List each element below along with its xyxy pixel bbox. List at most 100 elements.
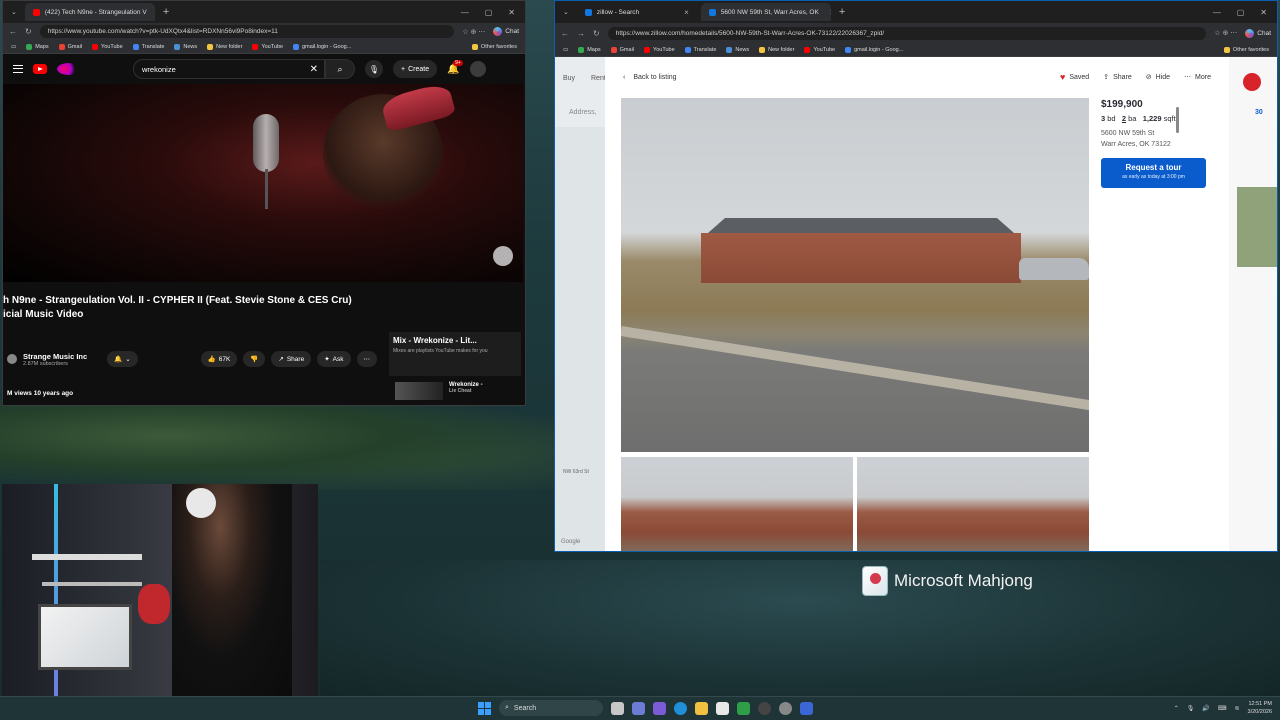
bookmark-translate[interactable]: Translate [684, 46, 716, 53]
copilot-chat-button[interactable]: Chat [493, 27, 519, 36]
zillow-browser-window[interactable]: ⌄ zillow - Search × 5600 NW 59th St, War… [554, 0, 1278, 552]
bookmark-maps[interactable]: Maps [26, 43, 49, 50]
nav-buy[interactable]: Buy [563, 75, 575, 82]
create-button[interactable]: + Create [393, 60, 438, 78]
video-player[interactable] [3, 84, 523, 282]
xbox-icon[interactable] [737, 701, 750, 715]
file-explorer-icon[interactable] [695, 701, 708, 715]
bookmark-gmail[interactable]: Gmail [58, 43, 82, 50]
volume-icon[interactable]: 🔊 [1202, 705, 1209, 712]
close-window-icon[interactable]: ✕ [508, 8, 515, 17]
saved-button[interactable]: ♥ Saved [1060, 72, 1089, 82]
taskbar-search[interactable]: ⌕ Search [499, 700, 603, 716]
nav-rent[interactable]: Rent [591, 75, 606, 82]
tab-zillow-search[interactable]: zillow - Search × [577, 3, 697, 21]
minimize-icon[interactable]: — [1213, 8, 1221, 17]
bookmark-news[interactable]: News [174, 43, 197, 50]
copilot-chat-button[interactable]: Chat [1245, 28, 1271, 38]
edge-icon[interactable] [674, 701, 687, 715]
extensions-icon[interactable]: ☆ ⊕ ⋯ [1214, 29, 1237, 37]
url-field[interactable]: https://www.youtube.com/watch?v=ptk-UdXQ… [39, 25, 455, 38]
back-icon[interactable]: ← [9, 27, 17, 36]
refresh-icon[interactable]: ↻ [25, 27, 32, 36]
bookmark-new-folder[interactable]: New folder [759, 46, 794, 53]
bookmark-folder-icon[interactable]: ▭ [563, 47, 568, 53]
youtube-logo-icon[interactable] [33, 64, 47, 74]
search-input[interactable]: wrekonize ✕ [133, 59, 325, 79]
extensions-icon[interactable]: ☆ ⊕ ⋯ [462, 28, 485, 36]
bookmark-folder-icon[interactable]: ▭ [11, 44, 16, 50]
settings-icon[interactable] [779, 701, 792, 715]
start-button[interactable] [478, 701, 491, 715]
store-icon[interactable] [716, 701, 729, 715]
new-tab-icon[interactable]: + [159, 6, 173, 18]
mix-playlist-card[interactable]: Mix - Wrekonize - Lit... Mixes are playl… [389, 332, 521, 376]
bookmark-new-folder[interactable]: New folder [207, 43, 242, 50]
hide-button[interactable]: ⊘ Hide [1146, 72, 1170, 82]
listing-photo-thumbnail[interactable] [857, 457, 1089, 551]
new-tab-icon[interactable]: + [835, 6, 849, 18]
discord-icon[interactable] [800, 701, 813, 715]
bookmark-youtube-2[interactable]: YouTube [804, 46, 835, 53]
refresh-icon[interactable]: ↻ [593, 29, 600, 38]
close-tab-icon[interactable]: × [684, 8, 689, 17]
forward-icon[interactable]: → [577, 29, 585, 38]
bookmark-youtube[interactable]: YouTube [644, 46, 675, 53]
wifi-icon[interactable]: ≋ [1235, 705, 1240, 712]
result-card-thumbnail[interactable] [1237, 187, 1277, 267]
bookmark-news[interactable]: News [726, 46, 749, 53]
chevron-up-icon[interactable]: ⌃ [1174, 705, 1179, 712]
like-button[interactable]: 👍 67K [200, 351, 238, 367]
share-button[interactable]: ⇪ Share [1103, 72, 1132, 82]
bookmark-gmail[interactable]: Gmail [610, 46, 634, 53]
close-tab-icon[interactable]: × [830, 8, 831, 17]
maximize-icon[interactable]: ▢ [1237, 8, 1245, 17]
bookmark-translate[interactable]: Translate [132, 43, 164, 50]
other-favorites[interactable]: Other favorites [1223, 46, 1269, 53]
back-icon[interactable]: ← [561, 29, 569, 38]
bookmark-maps[interactable]: Maps [578, 46, 601, 53]
teams-icon[interactable] [632, 701, 645, 715]
share-button[interactable]: ↗ Share [271, 351, 312, 367]
bookmark-gmail-login[interactable]: gmail.login - Goog... [293, 43, 351, 50]
menu-icon[interactable] [13, 65, 23, 73]
channel-info[interactable]: Strange Music Inc 2.87M subscribers [23, 352, 87, 367]
address-search-input[interactable]: Address, [569, 109, 597, 116]
voice-search-button[interactable]: 🎙 [365, 60, 383, 78]
maximize-icon[interactable]: ▢ [485, 8, 493, 17]
mahjong-desktop-shortcut[interactable]: Microsoft Mahjong [862, 566, 1033, 596]
modal-scrollbar[interactable] [1176, 107, 1179, 133]
obs-icon[interactable] [758, 701, 771, 715]
task-view-icon[interactable] [611, 701, 624, 715]
microphone-icon[interactable]: 🎙 [1187, 705, 1195, 712]
copilot-app-icon[interactable] [653, 701, 666, 715]
more-actions-button[interactable]: ⋯ [356, 351, 377, 367]
youtube-browser-window[interactable]: ⌄ (422) Tech N9ne - Strangeulation V × +… [2, 0, 526, 406]
tab-zillow-listing[interactable]: 5600 NW 59th St, Warr Acres, OK × [700, 3, 831, 21]
notifications-button[interactable]: 🔔 9+ [447, 59, 463, 75]
url-field[interactable]: https://www.zillow.com/homedetails/5600-… [607, 26, 1207, 40]
minimize-icon[interactable]: — [461, 8, 469, 17]
bookmark-youtube-2[interactable]: YouTube [252, 43, 283, 50]
dislike-button[interactable]: 👎 [243, 351, 266, 367]
ask-button[interactable]: ✦ Ask [317, 351, 351, 367]
bookmark-youtube[interactable]: YouTube [92, 43, 123, 50]
clear-search-icon[interactable]: ✕ [310, 64, 318, 75]
user-avatar[interactable] [1243, 73, 1261, 91]
tab-list-icon[interactable]: ⌄ [7, 8, 21, 16]
more-button[interactable]: ⋯ More [1184, 72, 1211, 82]
back-to-listing-link[interactable]: ‹ Back to listing [623, 74, 677, 81]
bookmark-gmail-login[interactable]: gmail.login - Goog... [845, 46, 903, 53]
map-area[interactable]: NW 63rd St Google [555, 127, 605, 551]
search-button[interactable]: ⌕ [325, 59, 355, 79]
listing-main-photo[interactable] [621, 98, 1089, 452]
listing-photo-thumbnail[interactable] [621, 457, 853, 551]
account-avatar[interactable] [469, 61, 486, 77]
tab-youtube[interactable]: (422) Tech N9ne - Strangeulation V × [24, 3, 155, 21]
request-tour-button[interactable]: Request a tour as early as today at 3:00… [1101, 158, 1206, 188]
recommended-video[interactable]: Wrekonize - Lie Cheat [395, 382, 483, 400]
close-window-icon[interactable]: ✕ [1260, 8, 1267, 17]
other-favorites[interactable]: Other favorites [471, 43, 517, 50]
channel-avatar[interactable] [7, 354, 17, 364]
tab-list-icon[interactable]: ⌄ [559, 8, 573, 16]
